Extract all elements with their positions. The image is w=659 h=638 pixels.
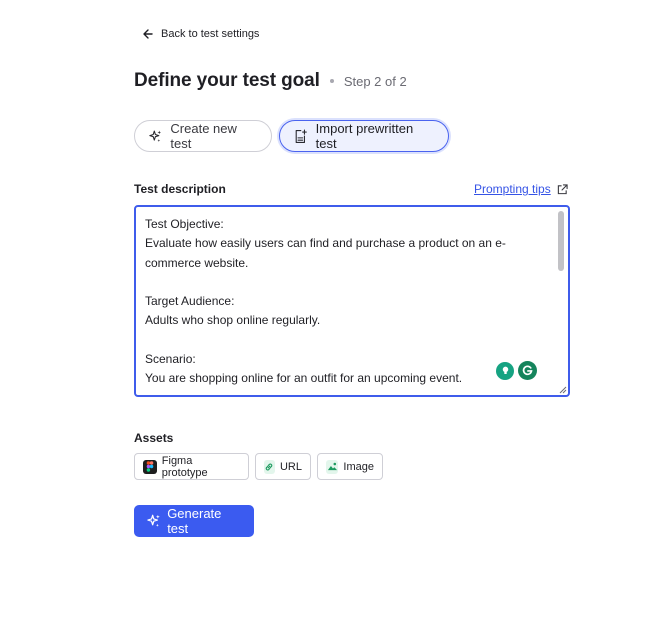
textarea-scrollbar[interactable] <box>556 209 566 393</box>
test-description-label: Test description <box>134 182 226 196</box>
grammarly-icon[interactable] <box>518 361 537 380</box>
image-icon <box>326 459 339 474</box>
resize-handle-icon[interactable] <box>558 385 567 394</box>
separator-dot <box>329 79 334 83</box>
writing-assistant-icons <box>494 359 539 382</box>
create-new-test-label: Create new test <box>170 121 237 151</box>
page-title: Define your test goal <box>134 70 320 91</box>
create-new-test-button[interactable]: Create new test <box>134 120 272 152</box>
back-to-settings-link[interactable]: Back to test settings <box>143 28 259 40</box>
test-description-text[interactable]: Test Objective: Evaluate how easily user… <box>145 215 545 389</box>
page-header: Define your test goal Step 2 of 2 <box>134 70 407 92</box>
import-prewritten-test-button[interactable]: Import prewritten test <box>279 120 449 152</box>
figma-prototype-label: Figma prototype <box>161 454 208 479</box>
arrow-left-icon <box>143 29 153 39</box>
back-link-label: Back to test settings <box>161 28 260 40</box>
image-label: Image <box>343 460 374 473</box>
assets-label: Assets <box>134 431 174 445</box>
link-icon <box>264 459 275 474</box>
test-description-textarea[interactable]: Test Objective: Evaluate how easily user… <box>134 205 570 397</box>
figma-icon <box>143 459 157 474</box>
generate-test-button[interactable]: Generate test <box>134 505 254 537</box>
document-import-icon <box>295 129 307 143</box>
sparkles-icon <box>147 514 160 527</box>
sparkles-icon <box>149 130 162 142</box>
import-prewritten-test-label: Import prewritten test <box>315 121 414 151</box>
external-link-icon <box>557 183 568 194</box>
figma-prototype-button[interactable]: Figma prototype <box>134 453 249 480</box>
scrollbar-thumb[interactable] <box>558 211 564 271</box>
prompting-tips-link[interactable]: Prompting tips <box>474 182 568 196</box>
url-button[interactable]: URL <box>255 453 311 480</box>
url-label: URL <box>279 460 302 473</box>
generate-test-label: Generate test <box>167 506 222 536</box>
step-indicator: Step 2 of 2 <box>343 73 407 89</box>
lightbulb-icon[interactable] <box>496 361 514 380</box>
image-button[interactable]: Image <box>317 453 383 480</box>
prompting-tips-label: Prompting tips <box>474 182 551 196</box>
